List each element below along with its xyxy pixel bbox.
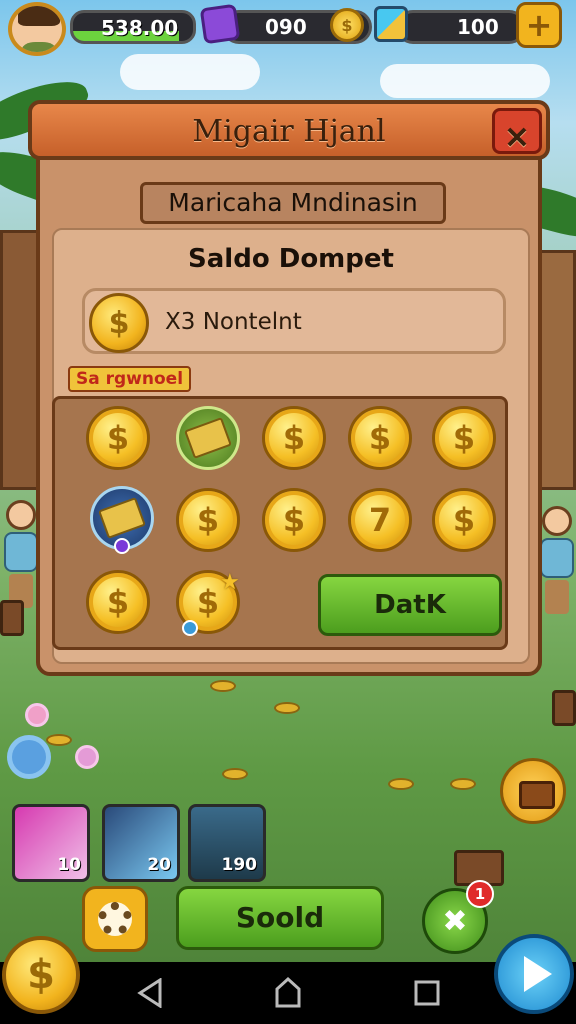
chest-button[interactable] [500, 758, 566, 824]
reward-coin[interactable]: $ [86, 406, 150, 470]
confirm-button[interactable]: DatK [318, 574, 502, 636]
reward-coin[interactable]: $ [176, 488, 240, 552]
player-avatar[interactable] [8, 2, 66, 56]
card-count: 10 [57, 855, 81, 875]
inventory-card-ticket[interactable]: 10 [12, 804, 90, 882]
reward-coin[interactable]: $ [262, 488, 326, 552]
reward-coin[interactable]: $ [432, 488, 496, 552]
cube-icon [374, 6, 408, 42]
reward-coin[interactable]: 7 [348, 488, 412, 552]
nav-back-icon[interactable] [136, 978, 164, 1008]
cubes-value: 100 [457, 15, 499, 39]
add-currency-button[interactable]: + [516, 2, 562, 48]
gem-badge-icon [182, 620, 198, 636]
star-icon: ★ [220, 570, 240, 595]
wallet-heading: Saldo Dompet [188, 244, 394, 274]
cubes-pill[interactable]: 100 [396, 10, 526, 44]
reward-coin[interactable]: $ [432, 406, 496, 470]
cash-bundle-icon [98, 497, 146, 539]
reward-pack[interactable] [176, 406, 240, 470]
gem-icon [199, 3, 241, 45]
close-button[interactable]: ✕ [492, 108, 542, 156]
plus-icon: + [525, 6, 553, 44]
card-count: 20 [147, 855, 171, 875]
system-nav-bar [0, 962, 576, 1024]
dialog-subtitle: Maricaha Mndinasin [140, 182, 446, 224]
gems-value: 090 [265, 15, 307, 39]
play-button[interactable] [494, 934, 574, 1014]
settings-button[interactable] [82, 886, 148, 952]
balance-field[interactable]: $ X3 Nontelnt [82, 288, 506, 354]
card-count: 190 [221, 855, 258, 875]
top-hud: 538.00 090 $ 100 + [0, 0, 576, 56]
xp-bar: 538.00 [70, 10, 196, 44]
reward-coin[interactable]: $ [262, 406, 326, 470]
balance-value: X3 Nontelnt [165, 309, 302, 335]
inventory-card-crystal[interactable]: 20 [102, 804, 180, 882]
inventory-card-character[interactable]: 190 [188, 804, 266, 882]
notification-badge: 1 [466, 880, 494, 908]
dialog-title-bar: Migair Hjanl ✕ [28, 100, 550, 160]
dialog-title: Migair Hjanl [192, 114, 386, 149]
rewards-label: Sa rgwnoel [68, 366, 192, 392]
cash-bundle-icon [184, 417, 232, 459]
xp-value: 538.00 [101, 16, 179, 40]
coin-icon: $ [330, 8, 364, 42]
reward-coin[interactable]: $ [348, 406, 412, 470]
coin-icon: $ [89, 293, 149, 353]
tools-icon: ✖ [442, 903, 468, 939]
reward-coin[interactable]: $ [86, 570, 150, 634]
nav-recents-icon[interactable] [414, 980, 440, 1006]
shop-coin-button[interactable]: $ [2, 936, 80, 1014]
wallet-dialog: Migair Hjanl ✕ Maricaha Mndinasin Saldo … [28, 100, 550, 678]
close-icon: ✕ [504, 121, 530, 156]
gear-icon [98, 902, 132, 936]
sell-button[interactable]: Soold [176, 886, 384, 950]
gem-badge-icon [114, 538, 130, 554]
nav-home-icon[interactable] [274, 976, 302, 1008]
